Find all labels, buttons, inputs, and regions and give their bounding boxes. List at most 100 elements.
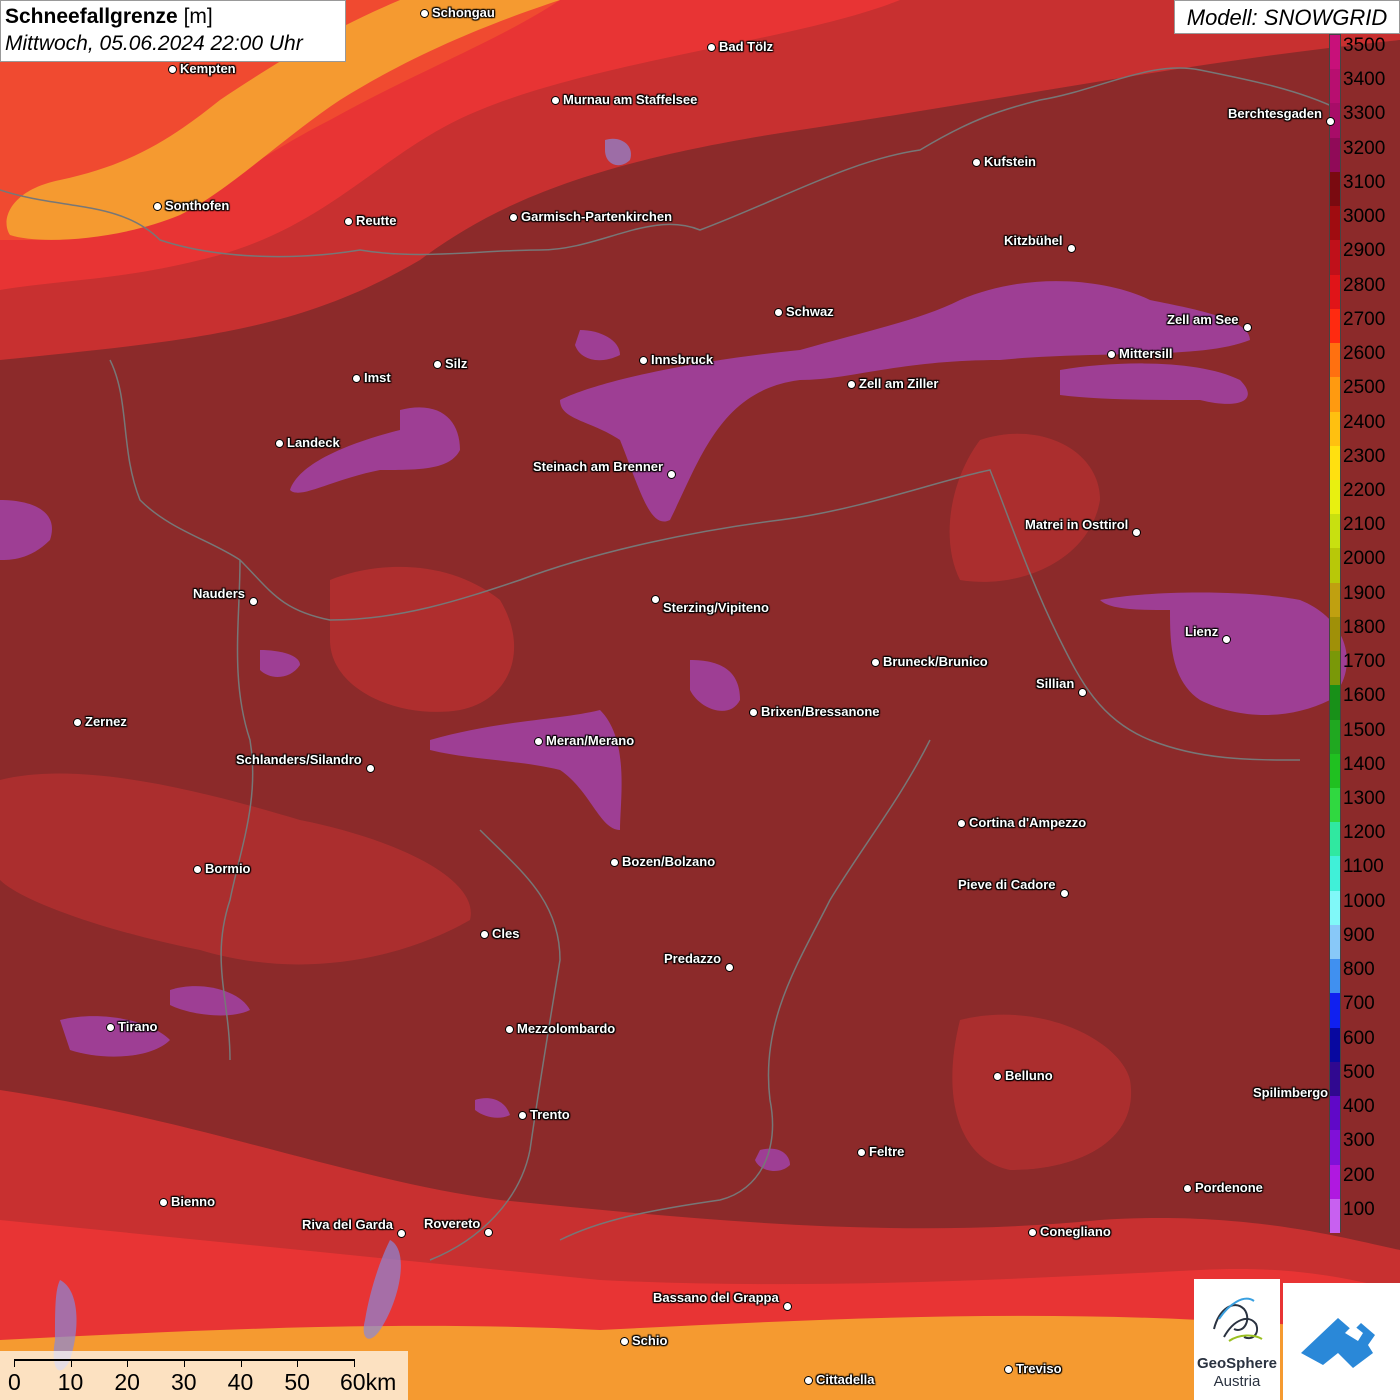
- city-dot: [344, 217, 353, 226]
- legend-swatch: [1330, 993, 1340, 1029]
- legend-label: 600: [1343, 1027, 1375, 1049]
- city-dot: [725, 963, 734, 972]
- scale-label: 30: [171, 1369, 197, 1395]
- title-main: Schneefallgrenze: [5, 5, 178, 28]
- geosphere-swirl-icon: [1213, 1297, 1263, 1342]
- city-label: Mittersill: [1119, 346, 1173, 361]
- legend-label: 100: [1343, 1198, 1375, 1220]
- legend-label: 300: [1343, 1130, 1375, 1152]
- city-label: Murnau am Staffelsee: [563, 92, 698, 107]
- legend-swatch: [1330, 890, 1340, 926]
- city-label: Feltre: [869, 1144, 905, 1159]
- city-dot: [774, 308, 783, 317]
- city-label: Pieve di Cadore: [958, 877, 1056, 892]
- city-dot: [639, 356, 648, 365]
- legend-swatch: [1330, 582, 1340, 618]
- legend-swatch: [1330, 171, 1340, 207]
- legend-label: 1600: [1343, 685, 1386, 707]
- scale-tick: [14, 1359, 15, 1367]
- city-dot: [352, 374, 361, 383]
- city-label: Brixen/Bressanone: [761, 704, 880, 719]
- snowfall-line-map[interactable]: Schneefallgrenze [m] Mittwoch, 05.06.202…: [0, 0, 1400, 1400]
- city-dot: [667, 470, 676, 479]
- city-dot: [783, 1302, 792, 1311]
- city-label: Nauders: [193, 586, 246, 601]
- city-dot: [168, 65, 177, 74]
- city-dot: [518, 1111, 527, 1120]
- city-label: Sillian: [1036, 676, 1075, 691]
- city-dot: [651, 595, 660, 604]
- legend-label: 1000: [1343, 890, 1386, 912]
- city-dot: [366, 764, 375, 773]
- legend-swatch: [1330, 1164, 1340, 1200]
- scale-tick: [127, 1359, 129, 1367]
- title-date: Mittwoch, 05.06.2024 22:00 Uhr: [5, 32, 303, 55]
- city-label: Bozen/Bolzano: [622, 854, 716, 869]
- legend-swatch: [1330, 651, 1340, 686]
- legend-swatch: [1330, 274, 1340, 310]
- city-label: Zell am Ziller: [859, 376, 939, 391]
- legend-swatch: [1330, 959, 1340, 994]
- city-dot: [534, 737, 543, 746]
- city-dot: [249, 597, 258, 606]
- legend-label: 900: [1343, 924, 1375, 946]
- legend-label: 2100: [1343, 514, 1386, 536]
- legend-label: 2400: [1343, 411, 1386, 433]
- city-label: Cles: [492, 926, 520, 941]
- city-label: Riva del Garda: [302, 1217, 394, 1232]
- city-dot: [1078, 688, 1087, 697]
- city-dot: [1060, 889, 1069, 898]
- city-dot: [993, 1072, 1002, 1081]
- legend-label: 400: [1343, 1096, 1375, 1118]
- city-dot: [433, 360, 442, 369]
- legend-label: 1500: [1343, 719, 1386, 741]
- legend-label: 800: [1343, 959, 1375, 981]
- legend-swatch: [1330, 1061, 1340, 1097]
- city-label: Tirano: [118, 1019, 158, 1034]
- city-label: Silz: [445, 356, 468, 371]
- city-label: Cortina d'Ampezzo: [969, 815, 1087, 830]
- city-dot: [505, 1025, 514, 1034]
- city-label: Imst: [364, 370, 391, 385]
- legend-swatch: [1330, 308, 1340, 344]
- city-dot: [620, 1337, 629, 1346]
- scale-bar: 0 10 20 30 40 50 60km: [0, 1351, 408, 1400]
- legend-label: 2200: [1343, 479, 1386, 501]
- legend-label: 3000: [1343, 206, 1386, 228]
- city-label: Bad Tölz: [719, 39, 774, 54]
- legend-swatch: [1330, 719, 1340, 755]
- city-label: Zell am See: [1167, 312, 1239, 327]
- mountain-arrow-icon: [1301, 1318, 1375, 1368]
- city-dot: [1222, 635, 1231, 644]
- legend-label: 1200: [1343, 822, 1386, 844]
- city-label: Conegliano: [1040, 1224, 1111, 1239]
- legend-swatch: [1330, 240, 1340, 276]
- legend-label: 1400: [1343, 753, 1386, 775]
- legend-swatch: [1330, 343, 1340, 378]
- legend-swatch: [1330, 788, 1340, 823]
- city-dot: [193, 865, 202, 874]
- city-label: Bienno: [171, 1194, 216, 1209]
- city-dot: [972, 158, 981, 167]
- city-label: Innsbruck: [651, 352, 714, 367]
- legend-label: 2300: [1343, 445, 1386, 467]
- legend-swatch: [1330, 514, 1340, 549]
- legend-labels: 3500 3400 3300 3200 3100 3000 2900 2800 2700 2600…: [1343, 34, 1400, 1232]
- legend-label: 1300: [1343, 788, 1386, 810]
- legend-label: 1900: [1343, 582, 1386, 604]
- legend-swatch: [1330, 856, 1340, 892]
- legend-swatch: [1330, 1096, 1340, 1131]
- city-dot: [1132, 528, 1141, 537]
- city-dot: [1028, 1228, 1037, 1237]
- legend-swatch: [1330, 35, 1340, 70]
- legend-label: 2800: [1343, 274, 1386, 296]
- legend-label: 200: [1343, 1164, 1375, 1186]
- city-label: Lienz: [1185, 624, 1219, 639]
- city-dot: [1243, 323, 1252, 332]
- legend-label: 3400: [1343, 69, 1386, 91]
- scale-tick: [297, 1359, 299, 1367]
- city-label: Kempten: [180, 61, 236, 76]
- city-dot: [610, 858, 619, 867]
- city-label: Sterzing/Vipiteno: [663, 600, 769, 615]
- city-label: Treviso: [1016, 1361, 1062, 1376]
